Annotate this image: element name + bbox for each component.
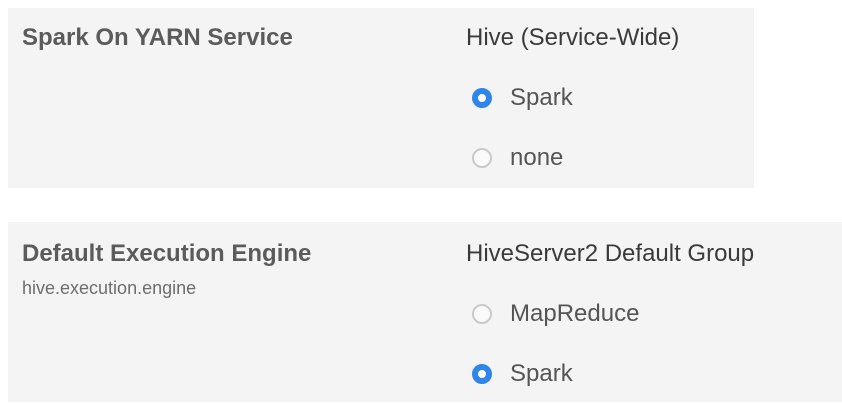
setting-label-group: Spark On YARN Service <box>22 22 293 54</box>
radio-option-label: MapReduce <box>510 300 640 327</box>
setting-title: Spark On YARN Service <box>22 24 293 51</box>
radio-option-spark[interactable]: Spark <box>466 344 838 404</box>
setting-control: Hive (Service-Wide) Spark none <box>466 22 838 188</box>
radio-button-unchecked[interactable] <box>472 148 492 168</box>
radio-button-checked[interactable] <box>472 88 492 108</box>
default-execution-engine-setting: Default Execution Engine hive.execution.… <box>8 222 842 402</box>
radio-option-label: none <box>510 144 564 171</box>
setting-property-name: hive.execution.engine <box>22 278 197 298</box>
scope-label: Hive (Service-Wide) <box>466 24 680 51</box>
radio-button-unchecked[interactable] <box>472 304 492 324</box>
setting-title: Default Execution Engine <box>22 240 312 267</box>
radio-option-none[interactable]: none <box>466 128 838 188</box>
radio-option-mapreduce[interactable]: MapReduce <box>466 284 838 344</box>
radio-option-label: Spark <box>510 360 573 387</box>
scope-label: HiveServer2 Default Group <box>466 240 755 267</box>
radio-option-label: Spark <box>510 84 573 111</box>
spark-on-yarn-setting: Spark On YARN Service Hive (Service-Wide… <box>8 8 754 188</box>
setting-control: HiveServer2 Default Group MapReduce Spar… <box>466 238 838 404</box>
radio-option-spark[interactable]: Spark <box>466 68 838 128</box>
radio-button-checked[interactable] <box>472 364 492 384</box>
setting-label-group: Default Execution Engine hive.execution.… <box>22 238 311 300</box>
